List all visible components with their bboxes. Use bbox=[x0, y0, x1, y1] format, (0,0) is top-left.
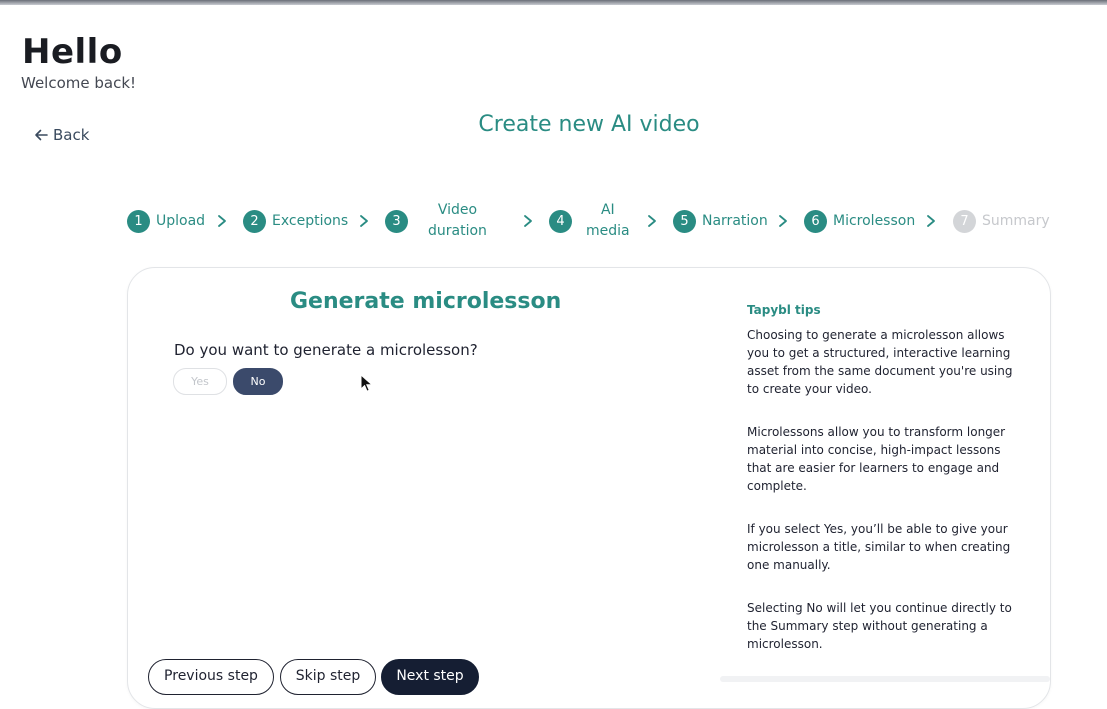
step-number: 5 bbox=[673, 209, 696, 233]
chevron-right-icon bbox=[648, 215, 656, 227]
tips-scroll-edge bbox=[720, 676, 1050, 682]
step-label-line2: duration bbox=[428, 223, 487, 239]
page-title: Create new AI video bbox=[478, 112, 700, 137]
step-upload[interactable]: 1 Upload bbox=[127, 200, 205, 242]
tip-paragraph-3: If you select Yes, you’ll be able to giv… bbox=[747, 522, 1011, 572]
step-label: Exceptions bbox=[272, 213, 349, 229]
step-label: Video duration bbox=[428, 200, 487, 242]
window-top-bar bbox=[0, 0, 1107, 5]
skip-step-button[interactable]: Skip step bbox=[280, 659, 376, 695]
chevron-right-icon bbox=[524, 215, 532, 227]
previous-step-button[interactable]: Previous step bbox=[148, 659, 274, 695]
greeting-title: Hello bbox=[22, 32, 123, 72]
step-number: 6 bbox=[804, 209, 827, 233]
chevron-right-icon bbox=[927, 215, 935, 227]
step-label: Microlesson bbox=[833, 213, 916, 229]
chevron-right-icon bbox=[218, 215, 226, 227]
step-number: 7 bbox=[953, 209, 976, 233]
step-label: Summary bbox=[982, 213, 1050, 229]
welcome-text: Welcome back! bbox=[21, 74, 137, 92]
step-number: 1 bbox=[127, 209, 150, 233]
chevron-right-icon bbox=[779, 215, 787, 227]
step-label-line2: media bbox=[586, 223, 630, 239]
yes-option[interactable]: Yes bbox=[173, 368, 227, 395]
step-number: 3 bbox=[385, 209, 408, 233]
step-label: Narration bbox=[702, 213, 768, 229]
no-option[interactable]: No bbox=[233, 368, 283, 395]
next-step-button[interactable]: Next step bbox=[381, 659, 479, 695]
step-number: 4 bbox=[549, 209, 572, 233]
step-label: AI media bbox=[586, 200, 630, 242]
step-exceptions[interactable]: 2 Exceptions bbox=[243, 200, 348, 242]
microlesson-question: Do you want to generate a microlesson? bbox=[174, 341, 478, 359]
tip-paragraph-4: Selecting No will let you continue direc… bbox=[747, 601, 1012, 651]
tip-paragraph-1: Choosing to generate a microlesson allow… bbox=[747, 328, 1013, 396]
step-number: 2 bbox=[243, 209, 266, 233]
chevron-right-icon bbox=[360, 215, 368, 227]
step-label-line1: Video bbox=[437, 202, 478, 218]
card-title: Generate microlesson bbox=[290, 289, 562, 314]
step-video-duration[interactable]: 3 Video duration bbox=[385, 200, 487, 242]
step-microlesson[interactable]: 6 Microlesson bbox=[804, 200, 915, 242]
step-summary: 7 Summary bbox=[953, 200, 1050, 242]
mouse-pointer-icon bbox=[360, 374, 372, 392]
progress-stepper: 1 Upload 2 Exceptions 3 Video duration 4… bbox=[0, 200, 1107, 242]
step-label: Upload bbox=[156, 213, 206, 229]
tips-title: Tapybl tips bbox=[747, 303, 821, 317]
step-ai-media[interactable]: 4 AI media bbox=[549, 200, 630, 242]
step-narration[interactable]: 5 Narration bbox=[673, 200, 768, 242]
step-label-line1: AI bbox=[600, 202, 615, 218]
tip-paragraph-2: Microlessons allow you to transform long… bbox=[747, 425, 1006, 493]
